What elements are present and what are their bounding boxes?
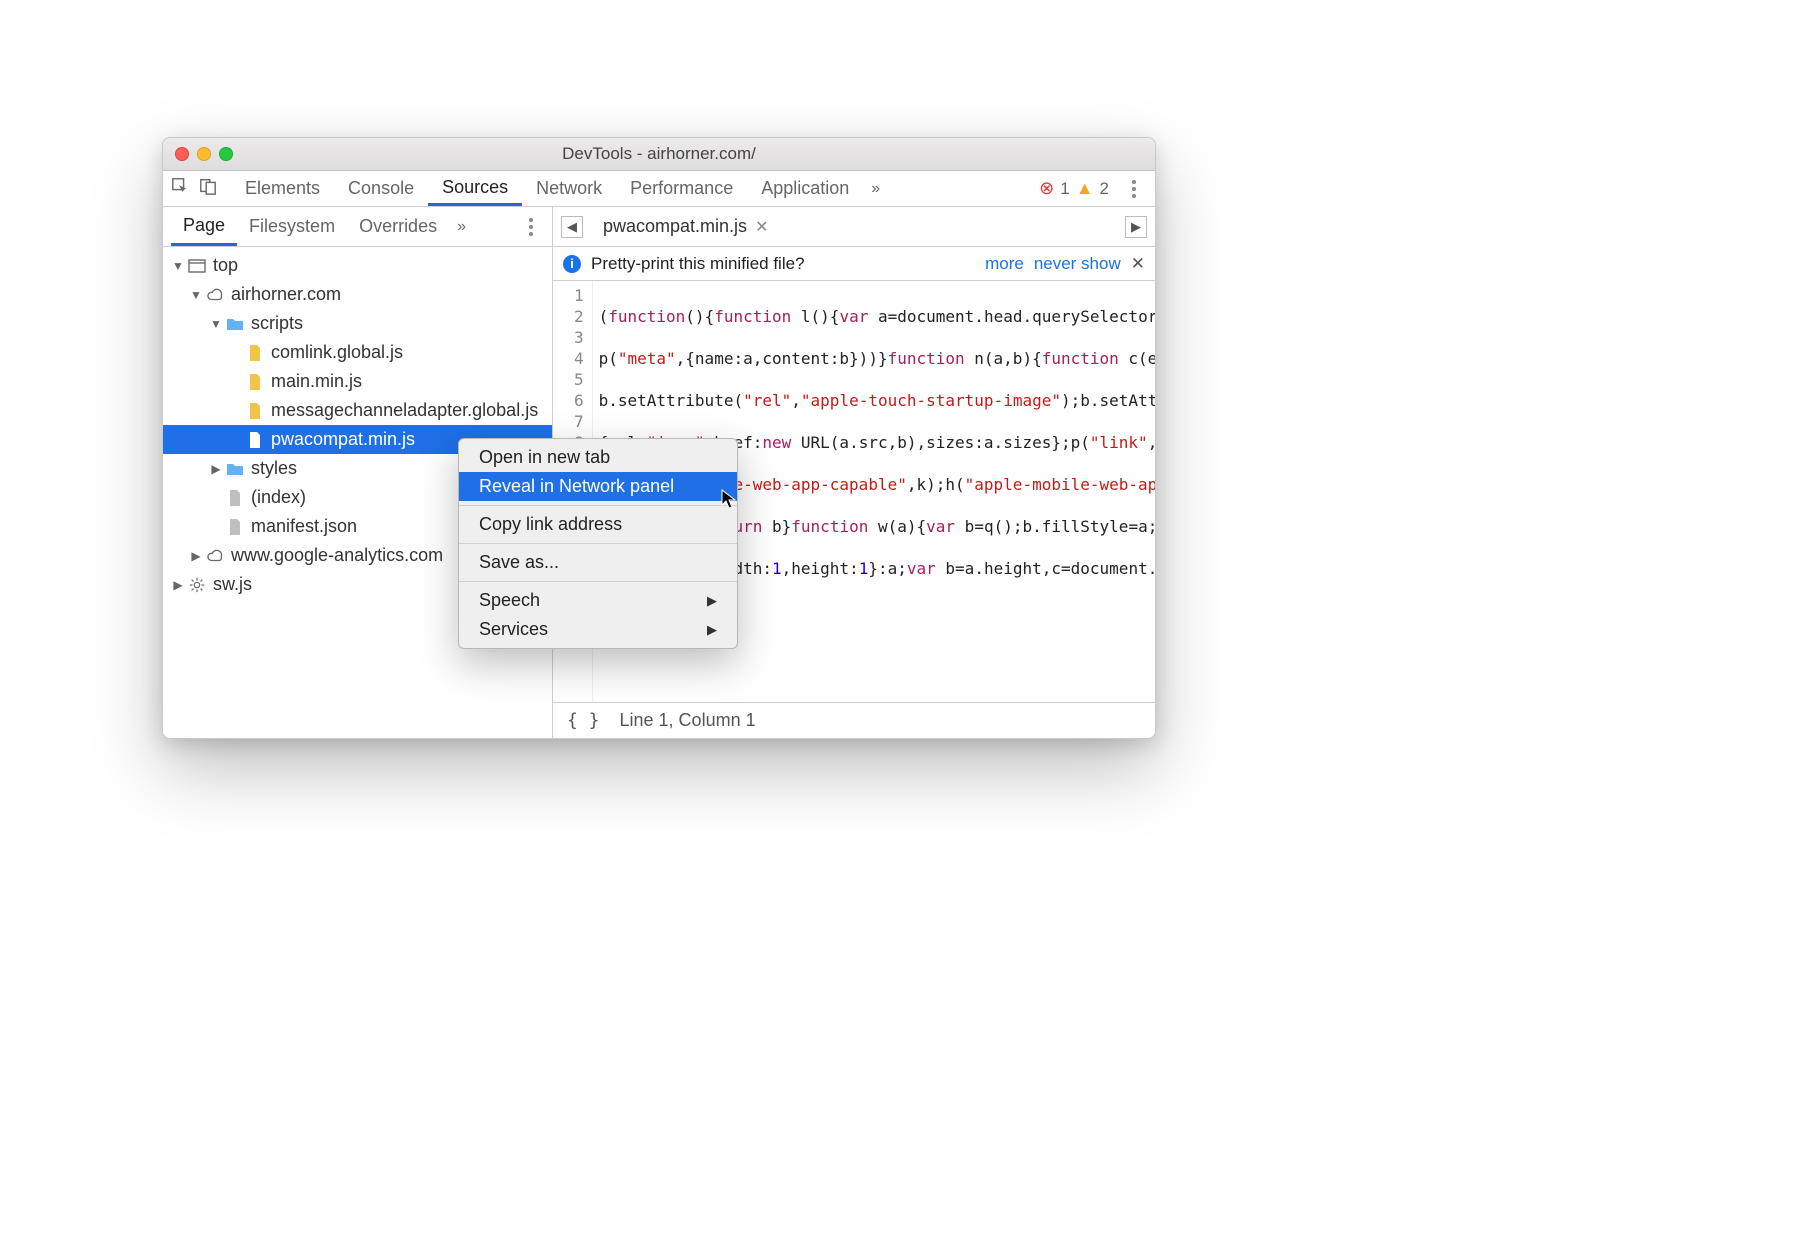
- tree-label: styles: [251, 458, 297, 479]
- tab-console[interactable]: Console: [334, 171, 428, 206]
- error-icon[interactable]: ⊗: [1039, 178, 1054, 199]
- sidebar-more-icon[interactable]: [502, 207, 552, 246]
- main-tabs-bar: Elements Console Sources Network Perform…: [163, 171, 1155, 207]
- js-file-icon: [245, 432, 265, 448]
- tree-label: manifest.json: [251, 516, 357, 537]
- pretty-print-infobar: i Pretty-print this minified file? more …: [553, 247, 1155, 281]
- tree-folder-scripts[interactable]: ▼ scripts: [163, 309, 552, 338]
- tree-file-main[interactable]: main.min.js: [163, 367, 552, 396]
- editor-tab-label: pwacompat.min.js: [603, 216, 747, 237]
- tab-sources[interactable]: Sources: [428, 171, 522, 206]
- ctx-copy-link[interactable]: Copy link address: [459, 510, 737, 539]
- frame-icon: [187, 258, 207, 274]
- tree-label: messagechanneladapter.global.js: [271, 400, 538, 421]
- close-icon[interactable]: ✕: [755, 217, 768, 237]
- ctx-services[interactable]: Services▶: [459, 615, 737, 644]
- expand-icon[interactable]: ▼: [209, 317, 223, 331]
- ctx-open-new-tab[interactable]: Open in new tab: [459, 443, 737, 472]
- maximize-button[interactable]: [219, 147, 233, 161]
- cursor-position: Line 1, Column 1: [620, 710, 756, 731]
- pretty-print-icon[interactable]: { }: [567, 710, 600, 731]
- infobar-never-link[interactable]: never show: [1034, 254, 1121, 274]
- warning-icon[interactable]: ▲: [1076, 178, 1094, 199]
- tree-file-comlink[interactable]: comlink.global.js: [163, 338, 552, 367]
- menu-separator: [459, 581, 737, 582]
- infobar-more-link[interactable]: more: [985, 254, 1024, 274]
- error-count[interactable]: 1: [1060, 179, 1069, 199]
- close-icon[interactable]: ✕: [1131, 254, 1145, 274]
- expand-icon[interactable]: ▶: [189, 549, 203, 563]
- tab-elements[interactable]: Elements: [231, 171, 334, 206]
- tree-label: pwacompat.min.js: [271, 429, 415, 450]
- tabs-overflow-icon[interactable]: »: [863, 171, 888, 206]
- window-controls: [175, 147, 233, 161]
- editor-tab-pwacompat[interactable]: pwacompat.min.js ✕: [593, 207, 778, 246]
- close-button[interactable]: [175, 147, 189, 161]
- expand-icon[interactable]: ▼: [189, 288, 203, 302]
- warning-count[interactable]: 2: [1100, 179, 1109, 199]
- context-menu: Open in new tab Reveal in Network panel …: [458, 438, 738, 649]
- menu-separator: [459, 543, 737, 544]
- toolbar-icons: [171, 171, 231, 206]
- sidebar-tabs: Page Filesystem Overrides »: [163, 207, 552, 247]
- submenu-arrow-icon: ▶: [707, 622, 717, 638]
- ctx-speech[interactable]: Speech▶: [459, 586, 737, 615]
- menu-separator: [459, 505, 737, 506]
- tree-label: sw.js: [213, 574, 252, 595]
- sidebar-tab-page[interactable]: Page: [171, 207, 237, 246]
- tab-application[interactable]: Application: [747, 171, 863, 206]
- folder-icon: [225, 316, 245, 332]
- inspect-icon[interactable]: [171, 177, 189, 200]
- device-toggle-icon[interactable]: [199, 177, 217, 200]
- expand-icon[interactable]: ▼: [171, 259, 185, 273]
- file-icon: [225, 490, 245, 506]
- js-file-icon: [245, 345, 265, 361]
- cloud-icon: [205, 548, 225, 564]
- folder-icon: [225, 461, 245, 477]
- js-file-icon: [245, 374, 265, 390]
- tree-file-messagechannel[interactable]: messagechanneladapter.global.js: [163, 396, 552, 425]
- tree-label: www.google-analytics.com: [231, 545, 443, 566]
- js-file-icon: [245, 403, 265, 419]
- submenu-arrow-icon: ▶: [707, 593, 717, 609]
- tab-network[interactable]: Network: [522, 171, 616, 206]
- editor-statusbar: { } Line 1, Column 1: [553, 702, 1155, 738]
- tree-domain-airhorner[interactable]: ▼ airhorner.com: [163, 280, 552, 309]
- nav-forward-icon[interactable]: ▶: [1125, 216, 1147, 238]
- cloud-icon: [205, 287, 225, 303]
- sidebar-tab-overrides[interactable]: Overrides: [347, 207, 449, 246]
- window-title: DevTools - airhorner.com/: [163, 144, 1155, 164]
- ctx-save-as[interactable]: Save as...: [459, 548, 737, 577]
- tree-top-frame[interactable]: ▼ top: [163, 251, 552, 280]
- infobar-text: Pretty-print this minified file?: [591, 254, 805, 274]
- expand-icon[interactable]: ▶: [209, 462, 223, 476]
- tree-label: (index): [251, 487, 306, 508]
- gear-icon: [187, 577, 207, 593]
- titlebar: DevTools - airhorner.com/: [163, 138, 1155, 171]
- editor-tabs: ◀ pwacompat.min.js ✕ ▶: [553, 207, 1155, 247]
- nav-back-icon[interactable]: ◀: [561, 216, 583, 238]
- status-indicators: ⊗ 1 ▲ 2: [1039, 171, 1145, 206]
- minimize-button[interactable]: [197, 147, 211, 161]
- main-tab-list: Elements Console Sources Network Perform…: [231, 171, 863, 206]
- file-icon: [225, 519, 245, 535]
- tree-label: top: [213, 255, 238, 276]
- tree-label: airhorner.com: [231, 284, 341, 305]
- settings-menu-icon[interactable]: [1123, 180, 1145, 198]
- tree-label: scripts: [251, 313, 303, 334]
- expand-icon[interactable]: ▶: [171, 578, 185, 592]
- sidebar-tab-filesystem[interactable]: Filesystem: [237, 207, 347, 246]
- tree-label: comlink.global.js: [271, 342, 403, 363]
- sidebar-overflow-icon[interactable]: »: [449, 207, 474, 246]
- tab-performance[interactable]: Performance: [616, 171, 747, 206]
- tree-label: main.min.js: [271, 371, 362, 392]
- ctx-reveal-network[interactable]: Reveal in Network panel: [459, 472, 737, 501]
- info-icon: i: [563, 255, 581, 273]
